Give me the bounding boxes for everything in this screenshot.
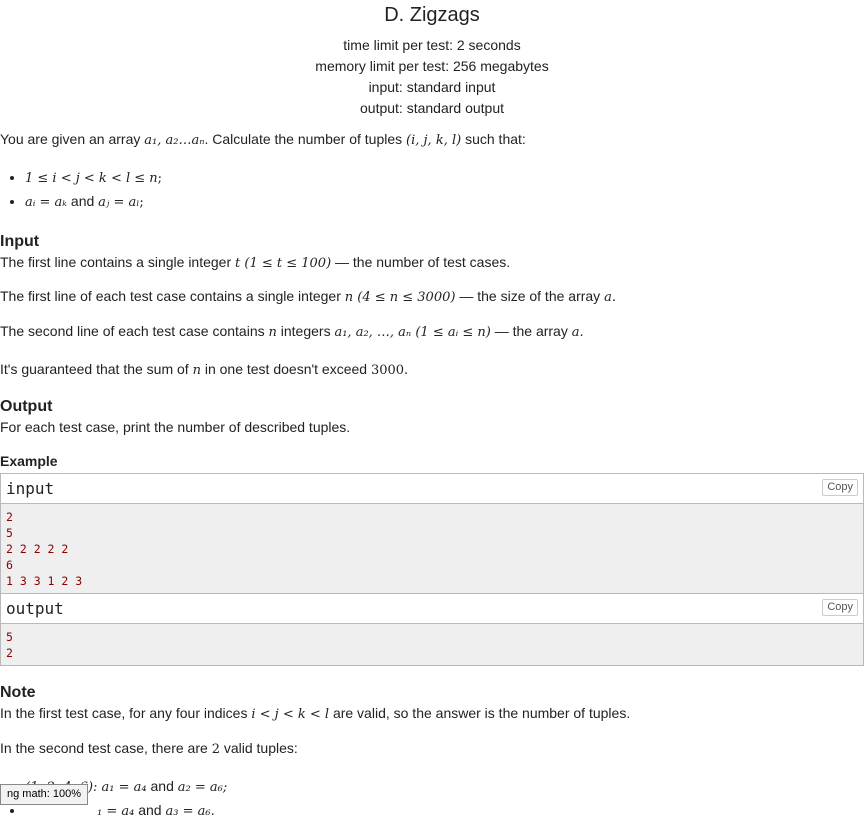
mathjax-processing-badge: ng math: 100% <box>0 784 88 805</box>
list-item: (1, 2, 4, 6): a₁ = a₄ and a₂ = a₆; <box>25 775 864 799</box>
condition-list: 1 ≤ i < j < k < l ≤ n; aᵢ = aₖ and aⱼ = … <box>0 166 864 214</box>
note-section: Note In the first test case, for any fou… <box>0 683 864 823</box>
note-paragraph: In the second test case, there are 2 val… <box>0 739 298 757</box>
output-file: output: standard output <box>360 100 504 116</box>
output-paragraph: For each test case, print the number of … <box>0 419 351 436</box>
section-title-example: Example <box>0 453 58 470</box>
math-array: a₁, a₂…aₙ <box>144 133 205 148</box>
problem-title: D. Zigzags <box>384 4 480 26</box>
input-file: input: standard input <box>368 79 496 95</box>
tuple-list: (1, 2, 4, 6): a₁ = a₄ and a₂ = a₆; ₁ = a… <box>0 775 864 823</box>
example-section: Example input Copy 2 5 2 2 2 2 2 6 1 3 3… <box>0 453 864 666</box>
output-section: Output For each test case, print the num… <box>0 397 864 436</box>
input-paragraph: The first line contains a single integer… <box>0 253 511 271</box>
input-section: Input The first line contains a single i… <box>0 232 864 379</box>
list-item: 1 ≤ i < j < k < l ≤ n; <box>25 166 864 190</box>
sample-output: output Copy 5 2 <box>0 593 864 666</box>
sample-output-title: output <box>6 598 64 618</box>
list-item: ₁ = a₄ and a₃ = a₆. <box>25 799 864 823</box>
math-tuple: (i, j, k, l) <box>406 133 462 148</box>
input-paragraph: It's guaranteed that the sum of n in one… <box>0 360 409 378</box>
note-paragraph: In the first test case, for any four ind… <box>0 705 631 723</box>
statement-intro: You are given an array a₁, a₂…aₙ. Calcul… <box>0 131 526 148</box>
memory-limit: memory limit per test: 256 megabytes <box>315 58 549 74</box>
sample-input-title: input <box>6 478 55 498</box>
section-title-output: Output <box>0 398 53 416</box>
copy-input-button[interactable]: Copy <box>822 478 858 497</box>
section-title-note: Note <box>0 683 36 701</box>
problem-header: D. Zigzags time limit per test: 2 second… <box>0 3 864 119</box>
sample-output-text: 5 2 <box>1 623 863 665</box>
input-paragraph: The first line of each test case contain… <box>0 288 616 306</box>
sample-input-text: 2 5 2 2 2 2 2 6 1 3 3 1 2 3 <box>1 503 863 593</box>
time-limit: time limit per test: 2 seconds <box>343 37 521 53</box>
statement: You are given an array a₁, a₂…aₙ. Calcul… <box>0 131 864 214</box>
copy-output-button[interactable]: Copy <box>822 598 858 617</box>
section-title-input: Input <box>0 232 40 250</box>
input-paragraph: The second line of each test case contai… <box>0 322 584 340</box>
sample-input: input Copy 2 5 2 2 2 2 2 6 1 3 3 1 2 3 <box>0 472 864 594</box>
list-item: aᵢ = aₖ and aⱼ = aₗ; <box>25 190 864 214</box>
